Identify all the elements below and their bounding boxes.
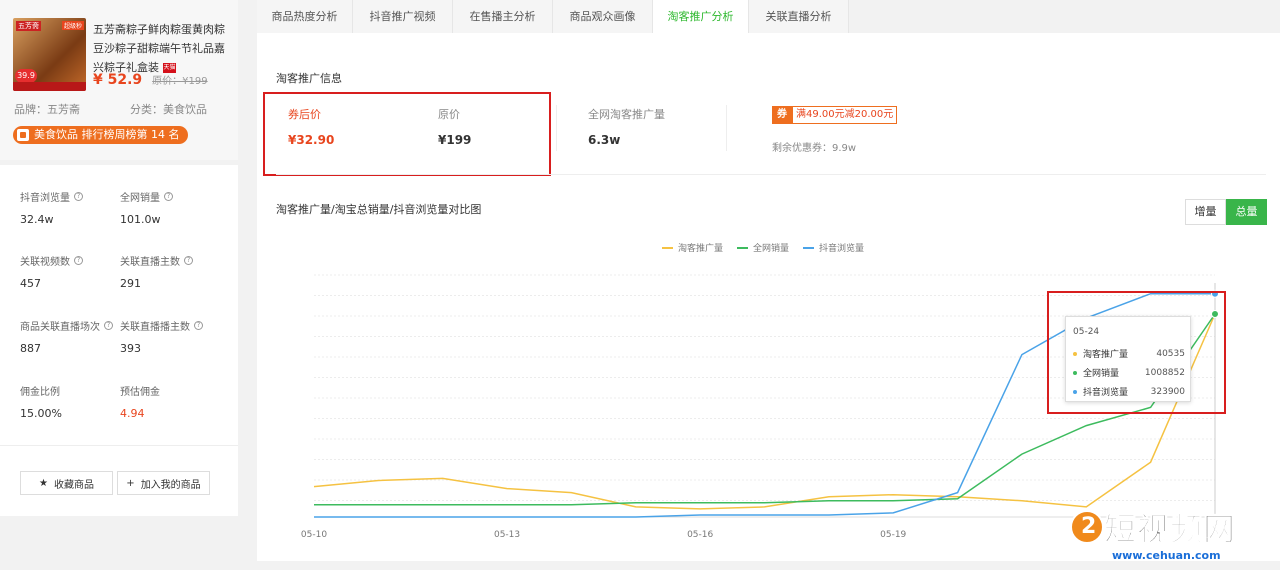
tooltip-value: 1008852 (1144, 367, 1185, 378)
rank-text: 美食饮品 排行榜周榜第 14 名 (34, 128, 180, 141)
tooltip-date: 05-24 (1073, 327, 1100, 337)
data-point-2 (1211, 289, 1219, 298)
stat-label: 抖音浏览量 (20, 193, 70, 204)
tooltip-value: 323900 (1150, 386, 1185, 397)
dot-icon (1073, 351, 1077, 356)
x-tick-label: 05-10 (301, 530, 327, 540)
tooltip-name: 全网销量 (1083, 369, 1120, 379)
stat-label: 商品关联直播场次 (20, 322, 100, 333)
watermark-text: 短视频网 (1103, 510, 1237, 549)
main-content: 淘客推广信息 券后价 ¥32.90 原价 ¥199 全网淘客推广量 6.3w 券… (257, 33, 1280, 561)
stat-value: 4.94 (120, 407, 145, 420)
stat-label: 佣金比例 (20, 387, 60, 398)
tooltip-name: 淘客推广量 (1083, 350, 1129, 360)
help-icon[interactable]: ? (74, 192, 83, 201)
data-point-1 (1211, 310, 1219, 318)
stat-value: 393 (120, 342, 141, 355)
help-icon[interactable]: ? (74, 256, 83, 265)
help-icon[interactable]: ? (104, 321, 113, 330)
x-tick-label: 05-19 (880, 530, 906, 540)
tab-streamer-analysis[interactable]: 在售播主分析 (453, 0, 553, 33)
stat-label: 关联视频数 (20, 257, 70, 268)
tooltip-name: 抖音浏览量 (1083, 388, 1129, 398)
stat-label: 关联直播主数 (120, 257, 180, 268)
product-image[interactable]: 五芳斋 超级秒 39.9 (13, 18, 86, 91)
favorite-button[interactable]: ★ 收藏商品 (20, 471, 113, 495)
dot-icon (1073, 389, 1077, 394)
stat-live-hosts: 关联直播播主数? 393 (120, 318, 230, 355)
tooltip-row-taoke: 淘客推广量 40535 (1073, 347, 1185, 360)
star-icon: ★ (39, 477, 48, 489)
image-brand-label: 五芳斋 (16, 21, 41, 31)
product-original-price: 原价：¥199 (152, 76, 208, 87)
tooltip-value: 40535 (1156, 348, 1185, 359)
product-title[interactable]: 五芳斋粽子鲜肉粽蛋黄肉粽豆沙粽子甜粽端午节礼品嘉兴粽子礼盒装 天猫 (93, 20, 229, 77)
help-icon[interactable]: ? (194, 321, 203, 330)
watermark-logo (1070, 510, 1104, 544)
tooltip-row-sales: 全网销量 1008852 (1073, 366, 1185, 379)
tab-heat-analysis[interactable]: 商品热度分析 (257, 0, 353, 33)
comparison-line-chart[interactable]: 05-1005-1305-1605-1905-22 (257, 33, 1280, 561)
product-sidebar: 五芳斋 超级秒 39.9 五芳斋粽子鲜肉粽蛋黄肉粽豆沙粽子甜粽端午节礼品嘉兴粽子… (0, 0, 238, 516)
product-brand: 品牌：五芳斋 (14, 103, 80, 116)
chart-tooltip: 05-24 淘客推广量 40535 全网销量 1008852 抖音浏览量 323… (1065, 316, 1191, 402)
stat-related-videos: 关联视频数? 457 (20, 253, 130, 290)
stats-card: 抖音浏览量? 32.4w 全网销量? 101.0w 关联视频数? 457 关联直… (0, 165, 238, 516)
add-to-mine-label: 加入我的商品 (140, 479, 201, 491)
tooltip-row-douyin: 抖音浏览量 323900 (1073, 385, 1185, 398)
watermark: 短视频网 www.cehuan.com (1068, 502, 1278, 568)
stat-value: 15.00% (20, 407, 62, 420)
stat-value: 291 (120, 277, 141, 290)
product-title-text: 五芳斋粽子鲜肉粽蛋黄肉粽豆沙粽子甜粽端午节礼品嘉兴粽子礼盒装 (93, 23, 225, 74)
product-category: 分类：美食饮品 (130, 103, 207, 116)
product-card: 五芳斋 超级秒 39.9 五芳斋粽子鲜肉粽蛋黄肉粽豆沙粽子甜粽端午节礼品嘉兴粽子… (0, 0, 238, 160)
rank-badge[interactable]: 美食饮品 排行榜周榜第 14 名 (13, 126, 188, 144)
image-price-badge: 39.9 (15, 69, 37, 83)
stat-label: 预估佣金 (120, 387, 160, 398)
analysis-tabs: 商品热度分析 抖音推广视频 在售播主分析 商品观众画像 淘客推广分析 关联直播分… (257, 0, 1280, 33)
stat-total-sales: 全网销量? 101.0w (120, 189, 230, 226)
stat-label: 关联直播播主数 (120, 322, 190, 333)
tab-live-analysis[interactable]: 关联直播分析 (749, 0, 849, 33)
stat-related-streamers: 关联直播主数? 291 (120, 253, 230, 290)
help-icon[interactable]: ? (184, 256, 193, 265)
stat-estimated-commission: 预估佣金 4.94 (120, 383, 230, 420)
x-tick-label: 05-13 (494, 530, 520, 540)
stat-value: 101.0w (120, 213, 161, 226)
price-row: ¥ 52.9 原价：¥199 (93, 72, 208, 88)
stat-commission-rate: 佣金比例 15.00% (20, 383, 130, 420)
stat-value: 887 (20, 342, 41, 355)
product-price: ¥ 52.9 (93, 72, 143, 88)
tab-taoke-analysis[interactable]: 淘客推广分析 (653, 0, 749, 33)
help-icon[interactable]: ? (164, 192, 173, 201)
add-to-mine-button[interactable]: + 加入我的商品 (117, 471, 210, 495)
stat-label: 全网销量 (120, 193, 160, 204)
stat-live-sessions: 商品关联直播场次? 887 (20, 318, 130, 355)
shopping-bag-icon (17, 129, 29, 141)
stat-value: 457 (20, 277, 41, 290)
plus-icon: + (126, 477, 135, 489)
divider (0, 445, 238, 446)
dot-icon (1073, 370, 1077, 375)
image-strip (13, 82, 86, 91)
stat-value: 32.4w (20, 213, 54, 226)
watermark-url: www.cehuan.com (1112, 549, 1221, 562)
tab-douyin-videos[interactable]: 抖音推广视频 (353, 0, 453, 33)
image-promo-label: 超级秒 (61, 21, 84, 30)
stat-douyin-views: 抖音浏览量? 32.4w (20, 189, 130, 226)
tab-audience-profile[interactable]: 商品观众画像 (553, 0, 653, 33)
favorite-label: 收藏商品 (53, 479, 94, 491)
x-tick-label: 05-16 (687, 530, 713, 540)
